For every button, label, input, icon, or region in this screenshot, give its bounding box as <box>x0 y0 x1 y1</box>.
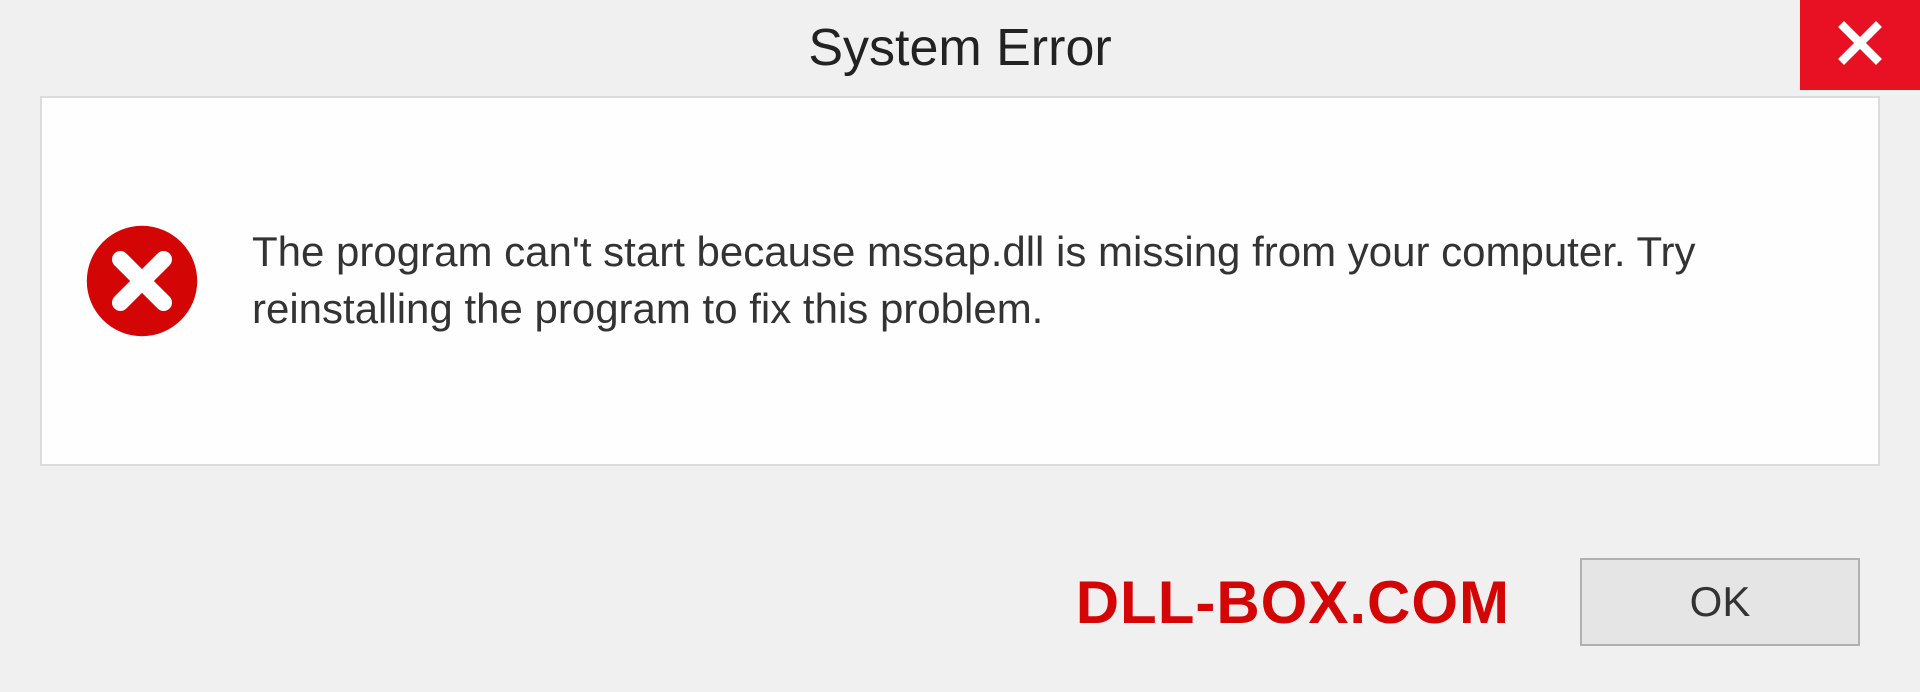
error-icon <box>82 221 202 341</box>
dialog-title: System Error <box>808 18 1111 78</box>
error-message: The program can't start because mssap.dl… <box>252 224 1838 337</box>
ok-button-label: OK <box>1690 578 1751 626</box>
watermark-text: DLL-BOX.COM <box>1076 568 1510 637</box>
close-icon <box>1836 19 1884 72</box>
close-button[interactable] <box>1800 0 1920 90</box>
content-box: The program can't start because mssap.dl… <box>40 96 1880 466</box>
error-dialog: System Error The program can't start bec… <box>0 0 1920 692</box>
title-bar: System Error <box>0 0 1920 96</box>
ok-button[interactable]: OK <box>1580 558 1860 646</box>
dialog-footer: DLL-BOX.COM OK <box>0 512 1920 692</box>
